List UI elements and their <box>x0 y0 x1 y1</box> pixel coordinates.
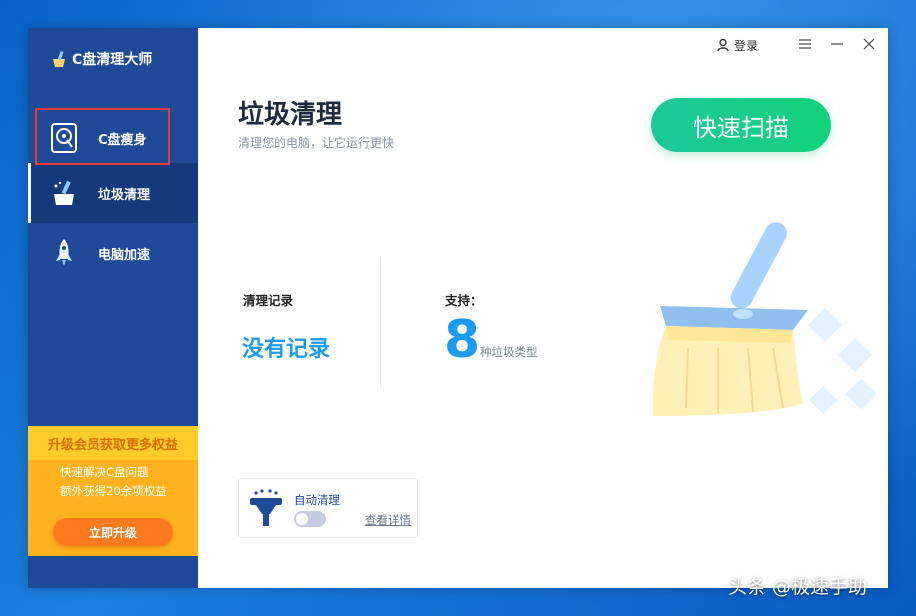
support-count: 8 <box>444 310 481 370</box>
upgrade-button[interactable]: 立即升级 <box>53 518 173 546</box>
auto-clean-label: 自动清理 <box>294 493 340 507</box>
divider <box>380 258 381 388</box>
app-brand: C盘清理大师 <box>50 48 152 70</box>
record-label: 清理记录 <box>243 293 294 308</box>
app-logo-icon <box>53 50 65 67</box>
broom-illustration <box>652 222 877 416</box>
sidebar-item-label: 垃圾清理 <box>98 187 151 203</box>
sidebar-item-junk-clean[interactable]: 垃圾清理 <box>28 163 198 223</box>
record-value: 没有记录 <box>242 337 331 362</box>
app-title: C盘清理大师 <box>72 52 153 68</box>
close-button[interactable] <box>859 34 879 54</box>
promo-line: 额外获得20余项权益 <box>60 484 167 498</box>
minimize-button[interactable] <box>827 34 847 54</box>
promo-title: 升级会员获取更多权益 <box>28 426 198 460</box>
sidebar-item-label: 电脑加速 <box>98 247 151 263</box>
menu-icon <box>799 39 811 49</box>
minimize-icon <box>831 43 843 45</box>
app-window: C盘清理大师 C盘瘦身 垃圾清理 电脑加速 升级会员获取更多权益 快速解决C盘问… <box>28 28 888 588</box>
promo-line: 快速解决C盘问题 <box>60 465 149 479</box>
support-label: 支持： <box>445 293 483 308</box>
page-subtitle: 清理您的电脑，让它运行更快 <box>238 136 395 150</box>
login-label: 登录 <box>734 38 759 53</box>
highlight-annotation <box>35 108 170 165</box>
menu-button[interactable] <box>795 34 815 54</box>
login-button[interactable]: 登录 <box>716 36 758 54</box>
support-unit: 种垃圾类型 <box>480 345 538 359</box>
sidebar-item-pc-speedup[interactable]: 电脑加速 <box>28 223 198 283</box>
toggle-knob <box>296 513 308 525</box>
user-icon <box>717 38 729 52</box>
view-details-link[interactable]: 查看详情 <box>365 512 411 528</box>
promo-panel: 升级会员获取更多权益 快速解决C盘问题 额外获得20余项权益 立即升级 <box>28 426 198 556</box>
auto-clean-card: 自动清理 查看详情 <box>238 478 418 538</box>
broom-icon <box>54 180 74 205</box>
quick-scan-button[interactable]: 快速扫描 <box>651 98 831 152</box>
watermark: 头条 @极速手助 <box>728 576 868 598</box>
auto-clean-icon <box>250 489 282 526</box>
auto-clean-toggle[interactable] <box>294 511 326 527</box>
page-title: 垃圾清理 <box>238 100 343 130</box>
close-icon <box>863 38 875 50</box>
rocket-icon <box>56 239 72 266</box>
